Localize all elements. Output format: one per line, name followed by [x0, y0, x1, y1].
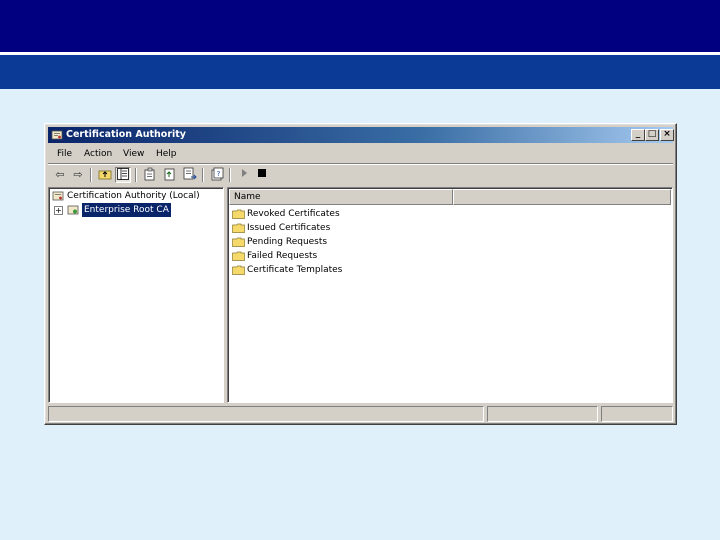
close-button[interactable]: × — [660, 129, 674, 141]
menu-file[interactable]: File — [57, 145, 72, 163]
window-title: Certification Authority — [66, 129, 186, 140]
list-item-label: Pending Requests — [247, 237, 328, 247]
show-tree-icon[interactable] — [115, 167, 131, 183]
certificate-authority-icon — [51, 130, 63, 140]
maximize-button[interactable]: □ — [645, 129, 659, 141]
tree-child-label: Enterprise Root CA — [82, 203, 171, 217]
folder-icon — [232, 237, 245, 247]
forward-icon[interactable]: ⇨ — [70, 167, 86, 183]
status-cell-3 — [601, 406, 673, 422]
details-pane[interactable]: Name Revoked Certificates Issued Certifi… — [227, 187, 673, 403]
console-tree[interactable]: Certification Authority (Local) + Enterp… — [48, 187, 224, 403]
title-bar[interactable]: Certification Authority _ □ × — [48, 127, 674, 143]
menu-view[interactable]: View — [123, 145, 144, 163]
back-icon[interactable]: ⇦ — [52, 167, 68, 183]
menu-bar: File Action View Help — [48, 145, 673, 163]
list-item-label: Failed Requests — [247, 251, 318, 261]
menu-help[interactable]: Help — [156, 145, 177, 163]
start-service-icon[interactable] — [236, 167, 252, 183]
slide-header-band — [0, 0, 720, 52]
minimize-button[interactable]: _ — [631, 129, 645, 141]
toolbar: ⇦ ⇨ ? — [48, 165, 673, 185]
export-list-icon[interactable] — [182, 167, 198, 183]
up-folder-icon[interactable] — [97, 167, 113, 183]
status-cell-2 — [487, 406, 598, 422]
folder-icon — [232, 209, 245, 219]
help-icon[interactable]: ? — [209, 167, 225, 183]
column-header-blank[interactable] — [453, 189, 671, 205]
status-bar — [48, 406, 673, 422]
certificate-authority-icon — [52, 191, 64, 201]
properties-icon[interactable] — [142, 167, 158, 183]
toolbar-separator — [135, 168, 137, 182]
export-icon[interactable] — [162, 167, 178, 183]
folder-icon — [232, 265, 245, 275]
list-item-label: Certificate Templates — [247, 265, 343, 275]
stop-service-icon[interactable] — [254, 167, 270, 183]
toolbar-separator — [90, 168, 92, 182]
tree-root-label: Certification Authority (Local) — [67, 191, 200, 201]
list-item-label: Issued Certificates — [247, 223, 331, 233]
folder-icon — [232, 223, 245, 233]
slide-subheader-band — [0, 55, 720, 89]
tree-child-item[interactable]: + Enterprise Root CA — [52, 203, 212, 217]
toolbar-separator — [202, 168, 204, 182]
folder-icon — [232, 251, 245, 261]
list-item-label: Revoked Certificates — [247, 209, 340, 219]
expand-toggle[interactable]: + — [54, 206, 63, 215]
svg-text:?: ? — [217, 170, 221, 178]
status-cell-main — [48, 406, 484, 422]
mmc-window: Certification Authority _ □ × File Actio… — [44, 123, 677, 425]
menu-action[interactable]: Action — [84, 145, 112, 163]
column-header-name[interactable]: Name — [229, 189, 453, 205]
toolbar-separator — [229, 168, 231, 182]
ca-server-icon — [67, 205, 79, 215]
